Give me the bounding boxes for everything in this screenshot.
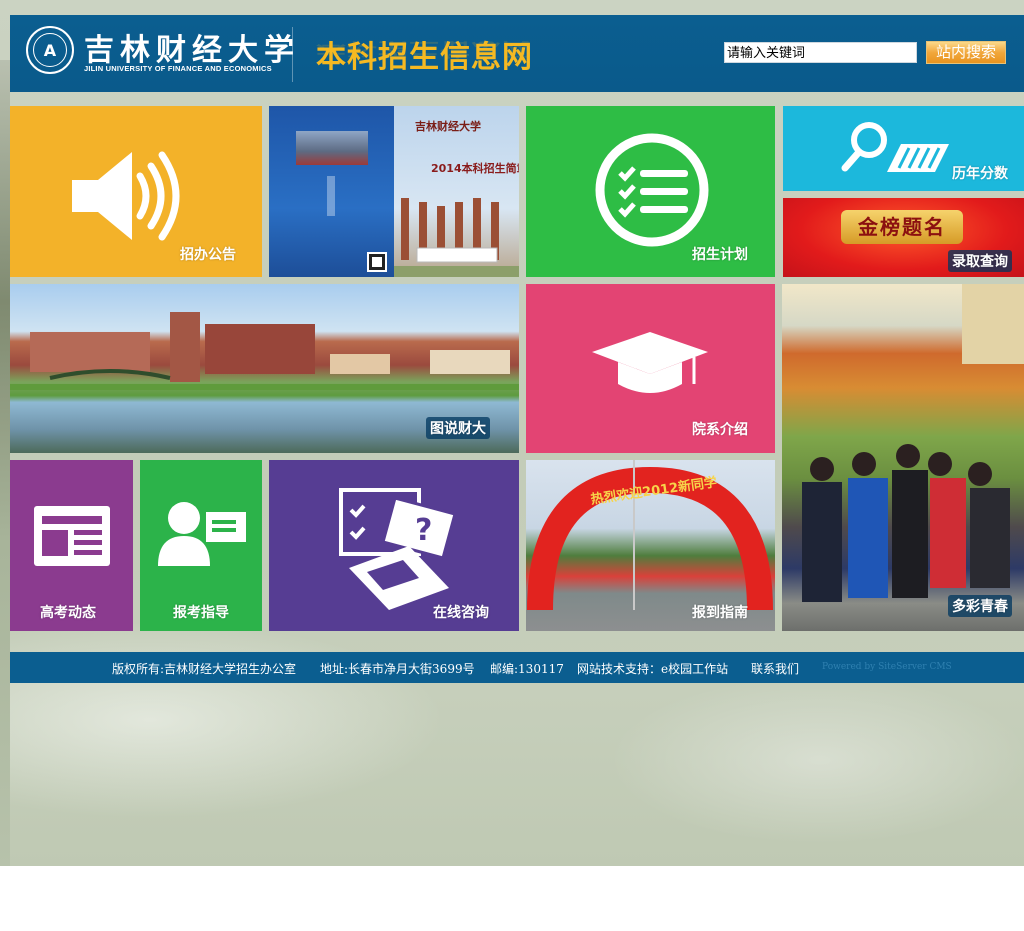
tile-label: 多彩青春 — [948, 595, 1012, 617]
tile-label: 历年分数 — [952, 166, 1008, 182]
site-footer: 版权所有:吉林财经大学招生办公室 地址:长春市净月大街3699号 邮编:1301… — [10, 652, 1024, 683]
admission-banner: 金榜题名 — [841, 210, 963, 244]
tile-label: 报到指南 — [692, 605, 748, 621]
tile-admission-query[interactable]: 金榜题名 录取查询 — [783, 198, 1024, 277]
tile-announcements[interactable]: 招办公告 — [10, 106, 262, 277]
tile-consult[interactable]: ? 在线咨询 — [269, 460, 519, 631]
footer-address: 地址:长春市净月大街3699号 — [320, 662, 475, 676]
university-logo-english: JILIN UNIVERSITY OF FINANCE AND ECONOMIC… — [84, 64, 272, 73]
tile-guidance[interactable]: 报考指导 — [140, 460, 262, 631]
tile-label: 招办公告 — [180, 247, 236, 263]
tile-label: 高考动态 — [40, 605, 96, 621]
tile-plan[interactable]: 招生计划 — [526, 106, 775, 277]
tile-brochure[interactable]: 吉林财经大学 2014本科招生简章 — [269, 106, 519, 277]
footer-postcode: 邮编:130117 — [490, 662, 564, 676]
search-input[interactable] — [724, 42, 917, 63]
search-button[interactable]: 站内搜索 — [926, 41, 1006, 64]
footer-tech-support[interactable]: 网站技术支持：e校园工作站 — [577, 660, 728, 677]
tile-label: 招生计划 — [692, 247, 748, 263]
tile-youth[interactable]: 多彩青春 — [782, 284, 1024, 631]
tile-label: 录取查询 — [948, 250, 1012, 272]
university-emblem-icon[interactable]: A — [26, 26, 74, 74]
site-title-reflection: 本科招生信息网 — [316, 38, 533, 60]
tile-arrival[interactable]: 热烈欢迎2012新同学 报到指南 — [526, 460, 775, 631]
university-logo-name[interactable]: 吉林财经大学 — [84, 25, 300, 69]
site-header: A 吉林财经大学 JILIN UNIVERSITY OF FINANCE AND… — [10, 15, 1024, 92]
tile-label: 院系介绍 — [692, 422, 748, 438]
header-divider — [292, 27, 293, 82]
tile-label: 报考指导 — [173, 605, 229, 621]
tile-scores[interactable]: 历年分数 — [783, 106, 1024, 191]
tile-label: 图说财大 — [426, 417, 490, 439]
tile-news[interactable]: 高考动态 — [10, 460, 133, 631]
tile-campus-pictures[interactable]: 图说财大 — [10, 284, 519, 453]
footer-copyright: 版权所有:吉林财经大学招生办公室 — [112, 662, 297, 676]
footer-contact-link[interactable]: 联系我们 — [751, 660, 799, 677]
svg-text:?: ? — [415, 513, 432, 548]
page-background-edge — [0, 60, 10, 866]
footer-powered-by[interactable]: Powered by SiteServer CMS — [822, 662, 952, 672]
tile-label: 在线咨询 — [433, 605, 489, 621]
tile-departments[interactable]: 院系介绍 — [526, 284, 775, 453]
campus-columns-graphic — [394, 198, 519, 277]
students-photo — [802, 284, 1024, 602]
